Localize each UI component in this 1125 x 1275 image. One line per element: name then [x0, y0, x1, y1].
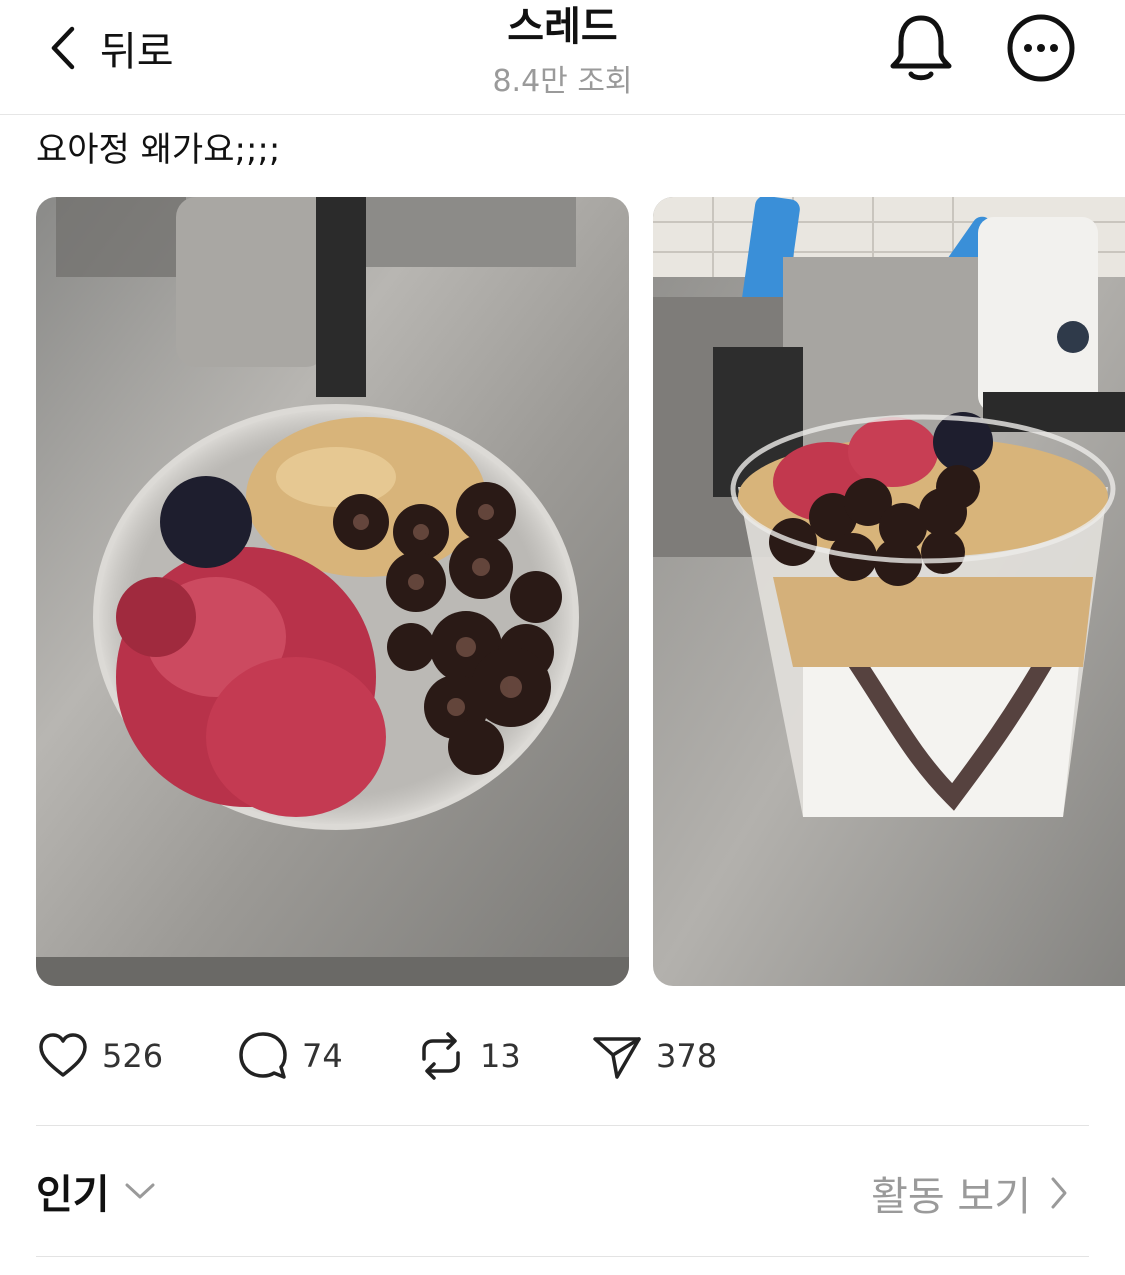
like-button[interactable]: 526: [36, 1029, 163, 1083]
view-activity-link[interactable]: 활동 보기: [871, 1164, 1069, 1222]
more-icon: [1007, 14, 1075, 82]
post-image-cup[interactable]: [653, 197, 1125, 986]
repost-button[interactable]: 13: [414, 1029, 521, 1083]
repost-count: 13: [480, 1037, 521, 1075]
share-count: 378: [656, 1037, 718, 1075]
like-count: 526: [102, 1037, 164, 1075]
post-image-bowl[interactable]: [36, 197, 629, 986]
sort-label: 인기: [36, 1172, 110, 1218]
divider: [36, 1256, 1089, 1257]
heart-icon: [39, 1033, 87, 1077]
bell-icon: [890, 15, 952, 81]
share-button[interactable]: 378: [590, 1029, 717, 1083]
repost-icon: [422, 1032, 460, 1080]
top-bar: 뒤로 스레드 8.4만 조회: [0, 0, 1125, 115]
comment-button[interactable]: 74: [236, 1029, 343, 1083]
comment-icon: [239, 1032, 287, 1079]
comment-count: 74: [302, 1037, 343, 1075]
chevron-right-icon: [1051, 1177, 1067, 1209]
chevron-down-icon: [125, 1183, 155, 1199]
post-text: 요아정 왜가요;;;;: [36, 130, 281, 170]
view-activity-label: 활동 보기: [871, 1174, 1031, 1220]
sort-dropdown[interactable]: 인기: [36, 1162, 156, 1220]
more-button[interactable]: [1005, 12, 1077, 84]
send-icon: [593, 1037, 641, 1079]
notification-button[interactable]: [885, 12, 957, 84]
divider: [36, 1125, 1089, 1126]
